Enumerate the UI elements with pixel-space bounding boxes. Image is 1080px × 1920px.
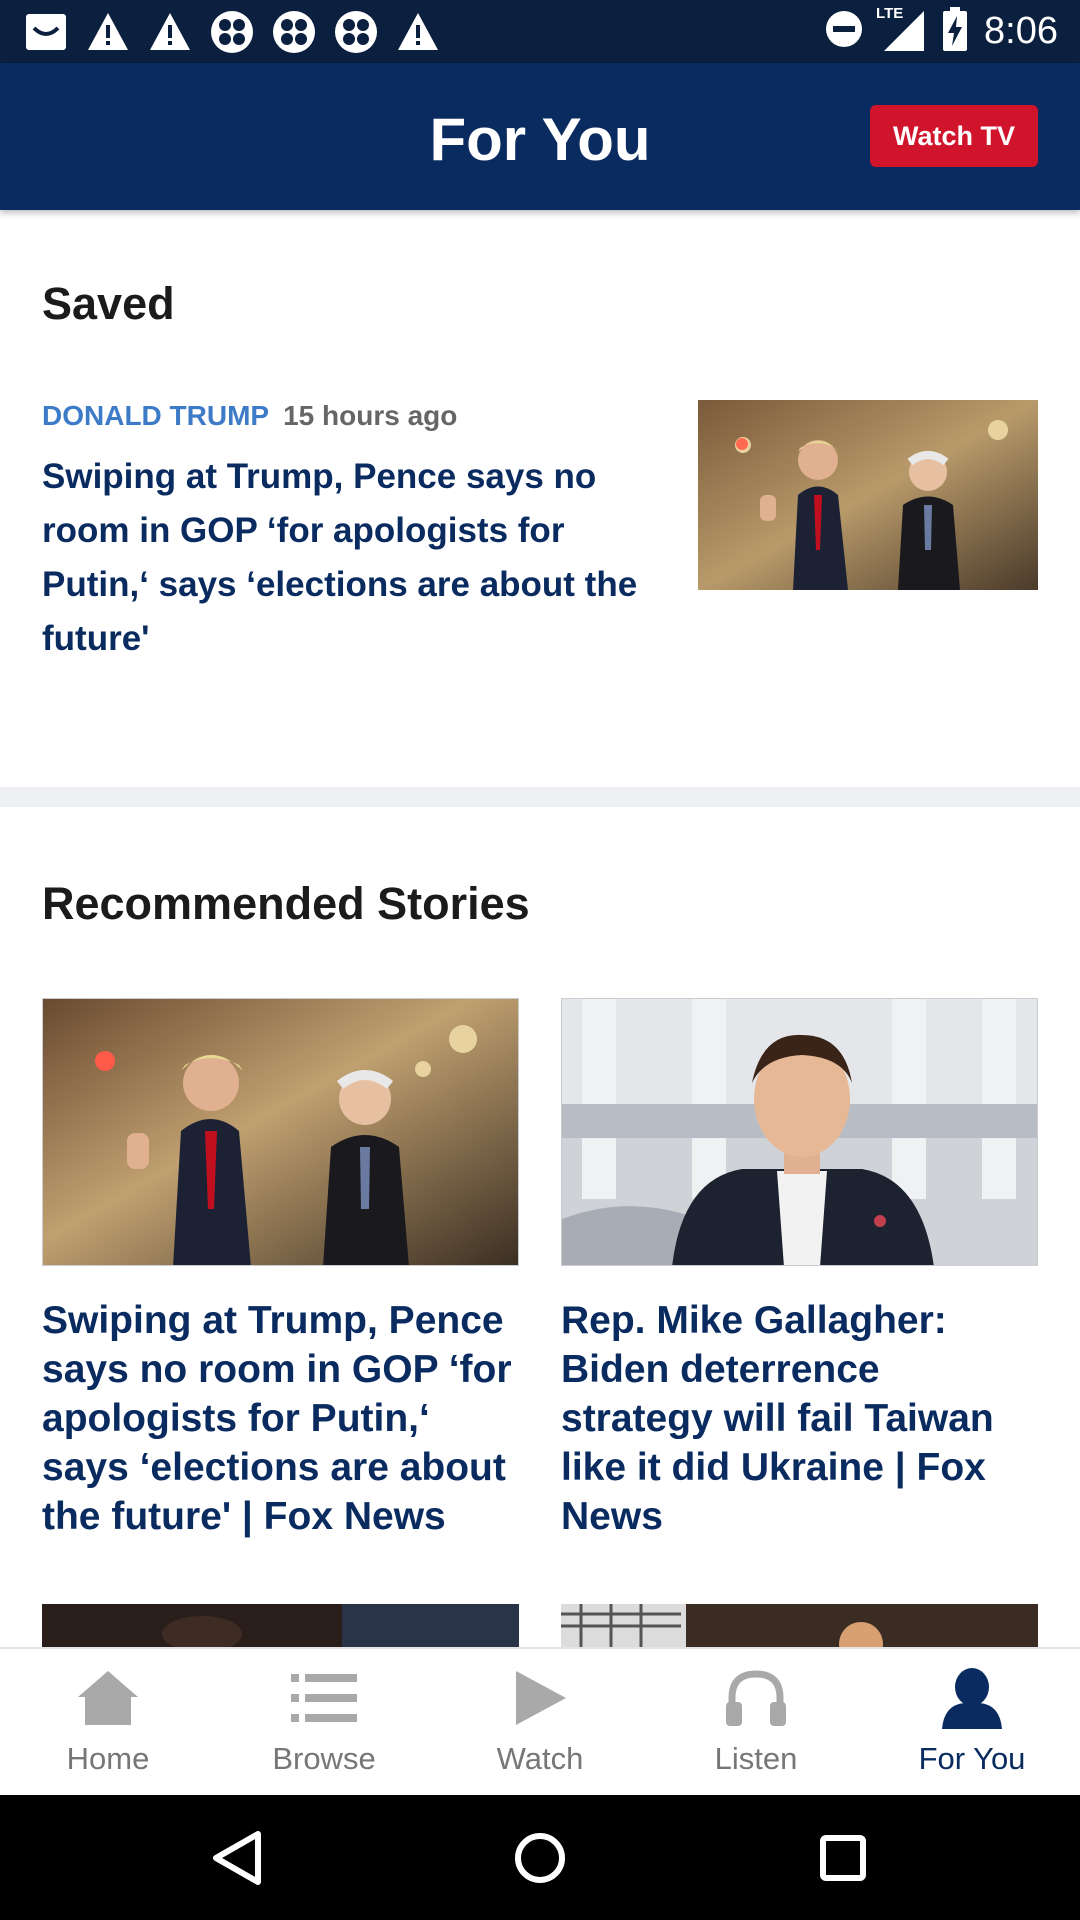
- battery-charging-icon: [942, 6, 968, 56]
- card-headline[interactable]: Swiping at Trump, Pence says no room in …: [42, 1296, 519, 1541]
- story-category[interactable]: DONALD TRUMP: [42, 400, 269, 431]
- play-icon: [505, 1663, 575, 1733]
- story-headline[interactable]: Swiping at Trump, Pence says no room in …: [42, 450, 642, 666]
- app-icon: [210, 10, 254, 54]
- recommended-card[interactable]: Swiping at Trump, Pence says no room in …: [42, 998, 519, 1541]
- nav-label: For You: [918, 1741, 1026, 1776]
- bottom-nav: Home Browse Watch Listen For You: [0, 1647, 1080, 1795]
- nav-item-for-you[interactable]: For You: [864, 1649, 1080, 1795]
- nav-label: Listen: [714, 1741, 798, 1776]
- nav-label: Watch: [496, 1741, 584, 1776]
- do-not-disturb-icon: [824, 9, 864, 54]
- recommended-card-image-partial[interactable]: [561, 1604, 1038, 1648]
- section-divider: [0, 787, 1080, 807]
- saved-section-title: Saved: [42, 278, 175, 329]
- app-header: For You Watch TV: [0, 63, 1080, 210]
- nav-label: Browse: [272, 1741, 376, 1776]
- nav-item-listen[interactable]: Listen: [648, 1649, 864, 1795]
- system-navigation-bar: [0, 1795, 1080, 1920]
- card-image[interactable]: [561, 998, 1038, 1266]
- recents-icon[interactable]: [808, 1823, 878, 1893]
- app-icon: [334, 10, 378, 54]
- signal-icon: LTE: [876, 5, 926, 53]
- warning-icon: [86, 10, 130, 54]
- back-icon[interactable]: [202, 1823, 272, 1893]
- card-headline[interactable]: Rep. Mike Gallagher: Biden deterrence st…: [561, 1296, 1038, 1541]
- warning-icon: [148, 10, 192, 54]
- recommended-section-title: Recommended Stories: [42, 878, 530, 929]
- home-icon: [73, 1663, 143, 1733]
- watch-tv-button[interactable]: Watch TV: [870, 105, 1038, 167]
- nav-item-watch[interactable]: Watch: [432, 1649, 648, 1795]
- saved-story[interactable]: DONALD TRUMP 15 hours ago Swiping at Trum…: [42, 400, 1038, 660]
- app-icon: [272, 10, 316, 54]
- notification-icons: [24, 10, 440, 54]
- home-circle-icon[interactable]: [505, 1823, 575, 1893]
- network-type: LTE: [876, 5, 904, 22]
- headphones-icon: [721, 1663, 791, 1733]
- story-timestamp: 15 hours ago: [283, 400, 458, 431]
- status-bar: LTE 8:06: [0, 0, 1080, 63]
- system-status: LTE 8:06: [824, 5, 1058, 56]
- warning-icon: [396, 10, 440, 54]
- person-icon: [937, 1663, 1007, 1733]
- story-meta: DONALD TRUMP 15 hours ago: [42, 400, 457, 432]
- recommended-card-image-partial[interactable]: [42, 1604, 519, 1648]
- clock: 8:06: [984, 9, 1058, 52]
- nav-item-home[interactable]: Home: [0, 1649, 216, 1795]
- notification-icon: [24, 10, 68, 54]
- list-icon: [289, 1663, 359, 1733]
- nav-item-browse[interactable]: Browse: [216, 1649, 432, 1795]
- story-thumbnail[interactable]: [698, 400, 1038, 590]
- recommended-card[interactable]: Rep. Mike Gallagher: Biden deterrence st…: [561, 998, 1038, 1541]
- nav-label: Home: [66, 1741, 150, 1776]
- card-image[interactable]: [42, 998, 519, 1266]
